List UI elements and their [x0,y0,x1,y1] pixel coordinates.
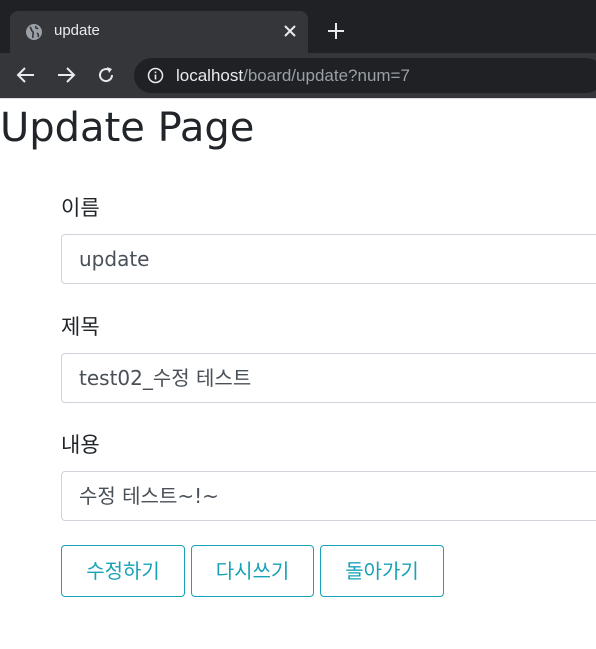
back-arrow-icon[interactable] [15,64,37,86]
subject-label: 제목 [61,315,100,339]
back-button[interactable]: 돌아가기 [320,545,444,597]
subject-field[interactable]: test02_수정 테스트 [61,353,596,403]
new-tab-icon[interactable] [325,20,347,42]
info-icon[interactable] [147,67,164,84]
forward-arrow-icon[interactable] [55,64,77,86]
update-button[interactable]: 수정하기 [61,545,185,597]
url-host: localhost [176,66,244,85]
browser-toolbar: localhost/board/update?num=7 [0,53,596,98]
content-field[interactable]: 수정 테스트~!~ [61,471,596,521]
globe-icon [26,24,42,40]
reload-icon[interactable] [95,64,117,86]
url-text: localhost/board/update?num=7 [176,66,410,86]
close-tab-icon[interactable] [280,21,300,41]
tab-title: update [54,22,100,39]
reset-button[interactable]: 다시쓰기 [191,545,314,597]
name-label: 이름 [61,196,100,220]
name-field[interactable]: update [61,234,596,284]
browser-tab[interactable]: update [10,11,308,53]
url-path: /board/update?num=7 [243,66,410,85]
page-title: Update Page [0,105,255,151]
divider [0,98,596,99]
address-bar[interactable]: localhost/board/update?num=7 [134,58,596,93]
content-label: 내용 [61,433,100,457]
tab-strip: update [0,0,596,53]
